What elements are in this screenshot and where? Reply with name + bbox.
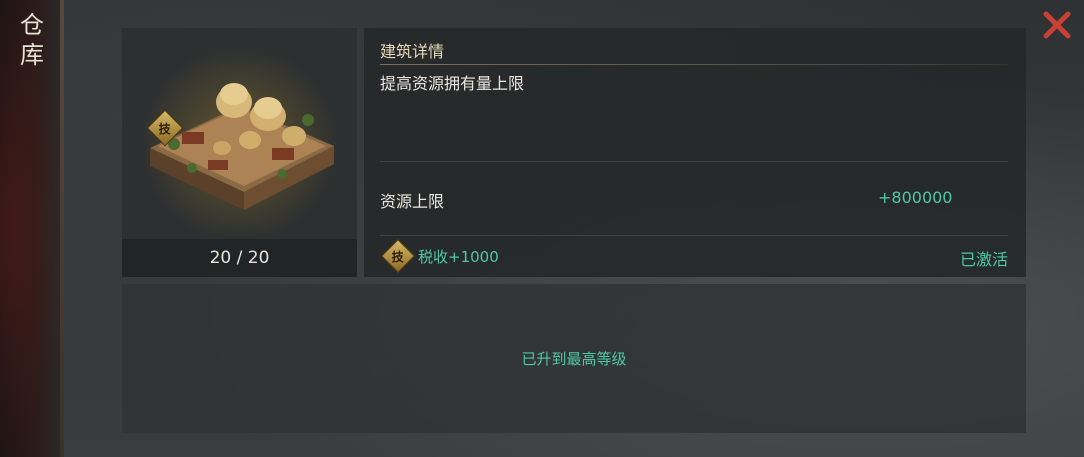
building-description: 提高资源拥有量上限 bbox=[380, 74, 525, 93]
tech-badge-icon: 技 bbox=[381, 239, 415, 273]
divider bbox=[380, 235, 1008, 236]
tech-badge-label: 技 bbox=[391, 249, 405, 264]
close-icon[interactable] bbox=[1038, 6, 1076, 44]
divider bbox=[380, 161, 1008, 162]
tech-bonus-row: 技 税收+1000 bbox=[381, 239, 499, 273]
stat-label: 资源上限 bbox=[380, 192, 445, 211]
window-title: 仓库 bbox=[20, 11, 44, 69]
building-detail-panel: 建筑详情 提高资源拥有量上限 资源上限 +800000 技 税收+1000 已激… bbox=[364, 28, 1026, 277]
side-title-strip: 仓库 bbox=[0, 0, 64, 457]
max-level-text: 已升到最高等级 bbox=[521, 350, 627, 368]
tech-badge-label: 技 bbox=[158, 121, 172, 136]
upgrade-panel: 已升到最高等级 bbox=[122, 284, 1026, 433]
building-level: 20 / 20 bbox=[122, 239, 357, 277]
stat-value: +800000 bbox=[878, 188, 953, 207]
title-divider bbox=[380, 64, 1008, 65]
tech-status: 已激活 bbox=[959, 250, 1008, 269]
tech-bonus-text: 税收+1000 bbox=[418, 247, 499, 266]
detail-title: 建筑详情 bbox=[380, 42, 445, 61]
warehouse-building-icon: 技 bbox=[122, 28, 357, 239]
building-image-panel: 技 20 / 20 bbox=[122, 28, 357, 277]
